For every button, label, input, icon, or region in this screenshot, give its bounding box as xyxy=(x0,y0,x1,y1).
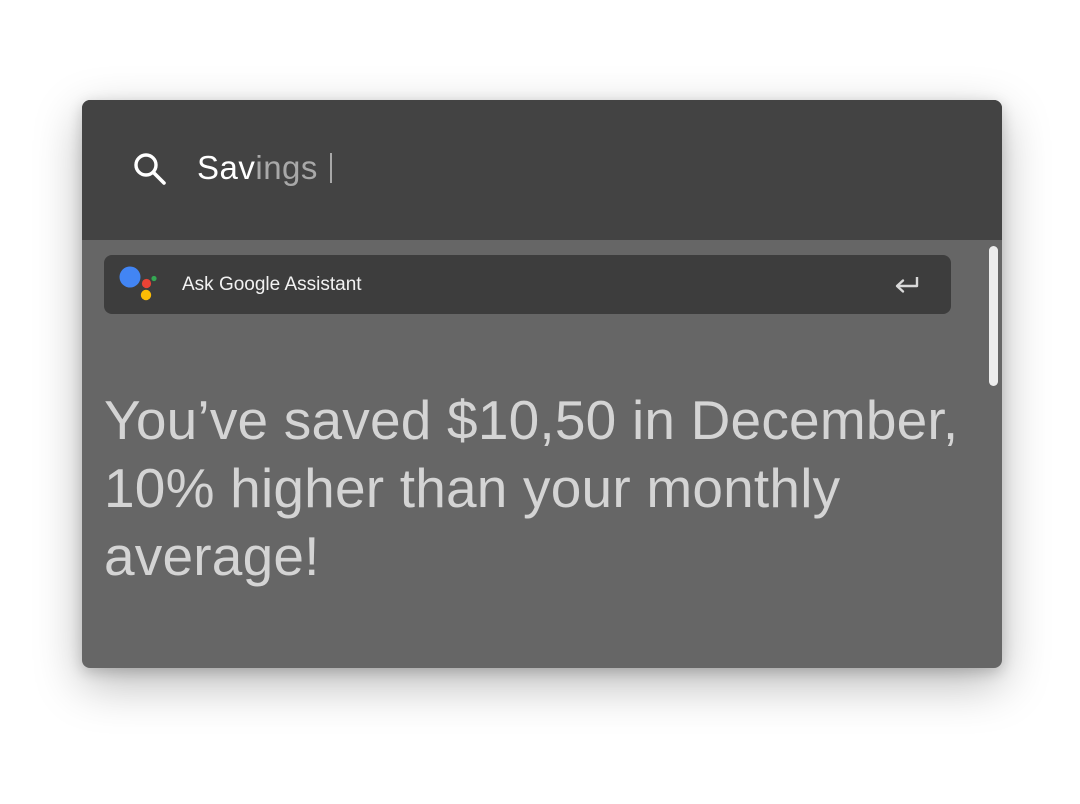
scrollbar-thumb[interactable] xyxy=(989,246,998,386)
text-cursor xyxy=(329,153,332,183)
google-assistant-icon xyxy=(119,266,157,301)
search-bar[interactable]: Savings xyxy=(82,100,1002,240)
ask-google-assistant-button[interactable]: Ask Google Assistant xyxy=(104,255,951,314)
assistant-panel: Savings Ask Google Assistant You’ve save… xyxy=(82,100,1002,668)
enter-return-icon[interactable] xyxy=(893,272,921,296)
search-suggestion-text: ings xyxy=(255,149,318,186)
assistant-label: Ask Google Assistant xyxy=(182,274,362,295)
savings-message: You’ve saved $10,50 in December, 10% hig… xyxy=(104,389,959,587)
search-input[interactable]: Savings xyxy=(197,148,332,188)
search-typed-text: Sav xyxy=(197,149,256,186)
search-icon xyxy=(134,153,166,185)
